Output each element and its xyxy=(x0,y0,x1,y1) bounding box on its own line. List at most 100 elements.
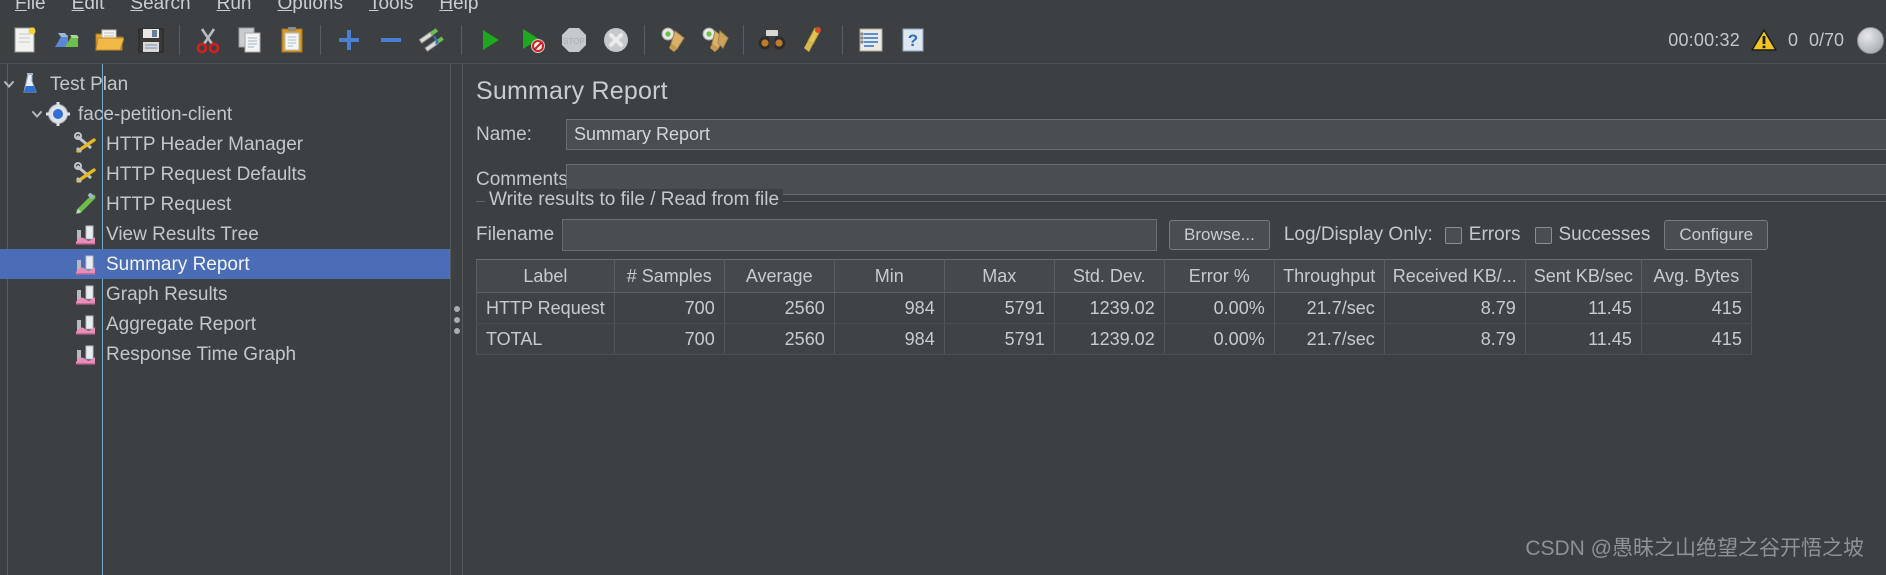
warning-icon[interactable] xyxy=(1751,28,1777,52)
table-cell: 8.79 xyxy=(1383,292,1526,324)
filename-label: Filename xyxy=(476,224,555,245)
tree-item-view-results-tree[interactable]: View Results Tree xyxy=(0,219,450,249)
tree-item-response-time-graph[interactable]: Response Time Graph xyxy=(0,339,450,369)
table-header-row[interactable]: Label # Samples Average Min Max Std. Dev. Erro… xyxy=(476,259,1752,293)
expand-all-icon[interactable] xyxy=(330,21,368,59)
table-column-header[interactable]: Throughput xyxy=(1273,259,1385,293)
table-column-header[interactable]: Average xyxy=(723,259,835,293)
tree-item-test-plan[interactable]: Test Plan xyxy=(0,69,450,99)
menu-edit[interactable]: Edit xyxy=(59,0,118,13)
shutdown-icon[interactable] xyxy=(597,21,635,59)
tree-item-label: Test Plan xyxy=(50,73,129,95)
chevron-down-icon[interactable] xyxy=(28,106,45,123)
tree-item-http-header-manager[interactable]: HTTP Header Manager xyxy=(0,129,450,159)
table-column-header[interactable]: Label xyxy=(476,259,615,293)
toolbar-separator xyxy=(644,25,645,55)
paste-icon[interactable] xyxy=(273,21,311,59)
successes-checkbox-box[interactable] xyxy=(1534,226,1552,244)
cut-icon[interactable] xyxy=(189,21,227,59)
tree-item-label: Response Time Graph xyxy=(106,343,297,365)
search-binoculars-icon[interactable] xyxy=(753,21,791,59)
start-no-pauses-icon[interactable] xyxy=(513,21,551,59)
svg-text:STOP: STOP xyxy=(563,37,585,46)
chevron-down-icon[interactable] xyxy=(0,76,17,93)
menu-options[interactable]: Options xyxy=(264,0,355,13)
save-icon[interactable] xyxy=(132,21,170,59)
menu-help[interactable]: Help xyxy=(426,0,491,13)
tree-item-http-request-defaults[interactable]: HTTP Request Defaults xyxy=(0,159,450,189)
test-plan-icon xyxy=(17,71,43,97)
collapse-all-icon[interactable] xyxy=(372,21,410,59)
reset-search-icon[interactable] xyxy=(795,21,833,59)
start-icon[interactable] xyxy=(471,21,509,59)
successes-checkbox[interactable]: Successes xyxy=(1534,224,1651,246)
table-cell: 11.45 xyxy=(1524,292,1642,324)
toolbar: STOP ? 00:00:32 0 0/70 xyxy=(0,17,1886,64)
browse-button[interactable]: Browse... xyxy=(1169,220,1270,250)
table-column-header[interactable]: Min xyxy=(833,259,945,293)
name-input[interactable] xyxy=(566,119,1886,150)
table-column-header[interactable]: Std. Dev. xyxy=(1053,259,1165,293)
listener-icon xyxy=(73,251,99,277)
tree-item-graph-results[interactable]: Graph Results xyxy=(0,279,450,309)
tree-item-aggregate-report[interactable]: Aggregate Report xyxy=(0,309,450,339)
clear-icon[interactable] xyxy=(654,21,692,59)
clear-all-icon[interactable] xyxy=(696,21,734,59)
table-column-header[interactable]: Sent KB/sec xyxy=(1524,259,1642,293)
splitter-grip[interactable] xyxy=(453,305,460,334)
table-column-header[interactable]: Error % xyxy=(1163,259,1275,293)
tree-item-face-petition-client[interactable]: face-petition-client xyxy=(0,99,450,129)
listener-icon xyxy=(73,311,99,337)
tree-item-label: face-petition-client xyxy=(78,103,233,125)
open-icon[interactable] xyxy=(90,21,128,59)
watermark: CSDN @愚昧之山绝望之谷开悟之坡 xyxy=(1525,537,1864,560)
tree-item-label: Aggregate Report xyxy=(106,313,256,335)
table-cell: 984 xyxy=(833,292,945,324)
errors-checkbox[interactable]: Errors xyxy=(1444,224,1521,246)
menu-search[interactable]: Search xyxy=(117,0,203,13)
table-cell: 21.7/sec xyxy=(1273,292,1385,324)
errors-checkbox-box[interactable] xyxy=(1444,226,1462,244)
toolbar-separator xyxy=(179,25,180,55)
table-row[interactable]: TOTAL 700 2560 984 5791 1239.02 0.00% 21.7/sec 8… xyxy=(476,323,1752,355)
table-column-header[interactable]: Avg. Bytes xyxy=(1640,259,1752,293)
listener-icon xyxy=(73,281,99,307)
summary-table[interactable]: Label # Samples Average Min Max Std. Dev. Erro… xyxy=(476,259,1752,505)
table-cell: 415 xyxy=(1640,323,1752,355)
toolbar-separator xyxy=(320,25,321,55)
table-column-header[interactable]: Received KB/... xyxy=(1383,259,1526,293)
filename-input[interactable] xyxy=(562,219,1157,251)
table-row[interactable]: HTTP Request 700 2560 984 5791 1239.02 0.00% 21… xyxy=(476,292,1752,324)
successes-checkbox-label: Successes xyxy=(1558,224,1651,245)
menu-run[interactable]: Run xyxy=(204,0,265,13)
content-split: Test Plan face-petition-client HTTP Header… xyxy=(0,64,1886,575)
pane-splitter[interactable] xyxy=(450,64,463,575)
menu-file[interactable]: File xyxy=(2,0,59,13)
table-cell: 11.45 xyxy=(1524,323,1642,355)
help-icon[interactable]: ? xyxy=(894,21,932,59)
table-cell: 5791 xyxy=(943,292,1055,324)
new-icon[interactable] xyxy=(6,21,44,59)
copy-icon[interactable] xyxy=(231,21,269,59)
active-threads-count: 0/70 xyxy=(1808,29,1844,50)
tree-item-http-request[interactable]: HTTP Request xyxy=(0,189,450,219)
toggle-icon[interactable] xyxy=(414,21,452,59)
function-helper-icon[interactable] xyxy=(852,21,890,59)
test-plan-tree[interactable]: Test Plan face-petition-client HTTP Header… xyxy=(0,64,450,369)
tree-item-label: View Results Tree xyxy=(106,223,259,245)
menu-tools[interactable]: Tools xyxy=(356,0,426,13)
test-plan-tree-pane: Test Plan face-petition-client HTTP Header… xyxy=(0,64,450,575)
stop-icon[interactable]: STOP xyxy=(555,21,593,59)
table-column-header[interactable]: Max xyxy=(943,259,1055,293)
templates-icon[interactable] xyxy=(48,21,86,59)
tree-item-summary-report[interactable]: Summary Report xyxy=(0,249,450,279)
table-cell: 2560 xyxy=(723,323,835,355)
warning-count: 0 xyxy=(1787,29,1798,50)
table-column-header[interactable]: # Samples xyxy=(613,259,725,293)
configure-button[interactable]: Configure xyxy=(1664,220,1769,250)
table-cell: TOTAL xyxy=(476,323,615,355)
